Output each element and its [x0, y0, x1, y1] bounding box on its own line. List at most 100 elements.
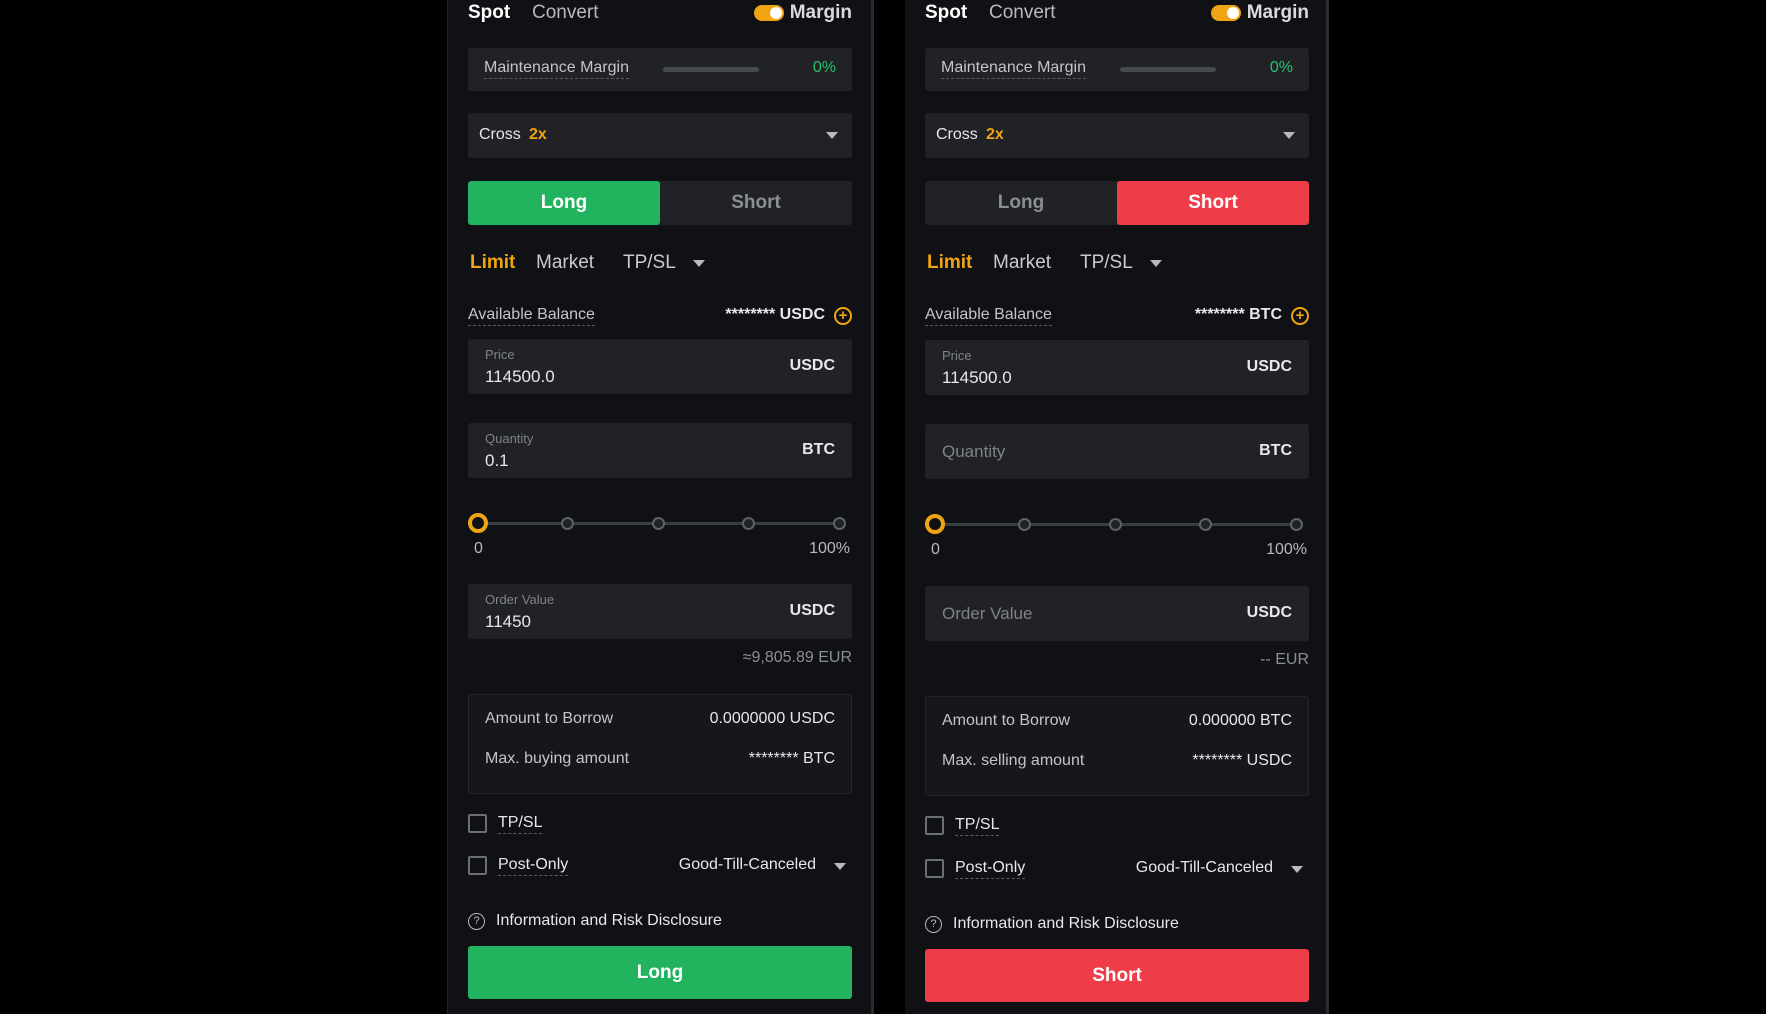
- slider-step[interactable]: [1199, 518, 1212, 531]
- question-circle-icon: ?: [468, 913, 485, 930]
- tab-convert[interactable]: Convert: [532, 2, 599, 24]
- quantity-unit: BTC: [802, 441, 835, 458]
- margin-mode-select[interactable]: Cross 2x: [468, 113, 852, 158]
- order-value-input[interactable]: Order Value USDC: [925, 586, 1309, 641]
- post-only-option: Post-Only Good-Till-Canceled: [468, 853, 852, 879]
- submit-short-button[interactable]: Short: [925, 949, 1309, 1002]
- order-value-label: Order Value: [485, 592, 555, 607]
- margin-toggle-group[interactable]: Margin: [753, 2, 852, 24]
- price-value: 114500.0: [485, 367, 555, 386]
- quantity-slider[interactable]: 0 100%: [925, 509, 1309, 558]
- tab-convert[interactable]: Convert: [989, 2, 1056, 24]
- maintenance-margin-bar: [663, 67, 759, 72]
- maintenance-margin: Maintenance Margin 0%: [925, 48, 1309, 91]
- available-balance-label: Available Balance: [925, 306, 1052, 326]
- price-input[interactable]: Price 114500.0 USDC: [468, 339, 852, 394]
- slider-handle[interactable]: [925, 514, 945, 534]
- tpsl-checkbox[interactable]: [925, 816, 944, 835]
- tab-market[interactable]: Market: [536, 252, 594, 274]
- amount-to-borrow-value: 0.000000 BTC: [1188, 712, 1292, 729]
- submit-long-button[interactable]: Long: [468, 946, 852, 999]
- price-label: Price: [942, 348, 972, 363]
- tab-spot[interactable]: Spot: [468, 2, 510, 24]
- order-value-placeholder: Order Value: [942, 604, 1033, 623]
- leverage-value: 2x: [529, 126, 547, 143]
- chevron-down-icon[interactable]: [1150, 260, 1162, 267]
- margin-toggle[interactable]: [1210, 5, 1241, 21]
- slider-step[interactable]: [652, 517, 665, 530]
- order-value-unit: USDC: [789, 602, 835, 619]
- margin-mode-label: Cross: [936, 126, 978, 143]
- max-amount-value: ******** BTC: [748, 750, 835, 767]
- chevron-down-icon[interactable]: [834, 863, 846, 870]
- tab-tpsl[interactable]: TP/SL: [623, 252, 676, 274]
- risk-disclosure-link[interactable]: Information and Risk Disclosure: [496, 912, 722, 930]
- risk-disclosure-link[interactable]: Information and Risk Disclosure: [953, 915, 1179, 933]
- tpsl-checkbox-label[interactable]: TP/SL: [498, 814, 543, 834]
- tpsl-option: TP/SL: [925, 813, 1309, 839]
- tab-market[interactable]: Market: [993, 252, 1051, 274]
- tpsl-checkbox-label[interactable]: TP/SL: [955, 816, 1000, 836]
- chevron-down-icon: [826, 132, 838, 139]
- plus-circle-icon[interactable]: +: [834, 307, 852, 325]
- risk-disclosure[interactable]: ? Information and Risk Disclosure: [468, 911, 852, 935]
- tab-short[interactable]: Short: [660, 181, 852, 225]
- margin-toggle[interactable]: [753, 5, 784, 21]
- order-value-unit: USDC: [1246, 604, 1292, 621]
- slider-step[interactable]: [1018, 518, 1031, 531]
- amount-to-borrow-label: Amount to Borrow: [485, 710, 614, 727]
- margin-toggle-group[interactable]: Margin: [1210, 2, 1309, 24]
- chevron-down-icon[interactable]: [1291, 866, 1303, 873]
- chevron-down-icon[interactable]: [693, 260, 705, 267]
- divider: [871, 0, 905, 1014]
- slider-step[interactable]: [833, 517, 846, 530]
- post-only-checkbox[interactable]: [925, 859, 944, 878]
- quantity-input[interactable]: Quantity BTC: [925, 424, 1309, 479]
- order-value-input[interactable]: Order Value 11450 USDC: [468, 584, 852, 639]
- eur-equivalent: -- EUR: [1260, 651, 1309, 668]
- available-balance-label: Available Balance: [468, 306, 595, 326]
- time-in-force-select[interactable]: Good-Till-Canceled: [679, 856, 816, 874]
- tab-long[interactable]: Long: [468, 181, 660, 225]
- margin-mode-label: Cross: [479, 126, 521, 143]
- tpsl-checkbox[interactable]: [468, 814, 487, 833]
- price-unit: USDC: [789, 357, 835, 374]
- leverage-value: 2x: [986, 126, 1004, 143]
- plus-circle-icon[interactable]: +: [1291, 307, 1309, 325]
- post-only-option: Post-Only Good-Till-Canceled: [925, 856, 1309, 882]
- order-panel-long: Spot Convert Margin Maintenance Margin 0…: [447, 0, 871, 1014]
- slider-handle[interactable]: [468, 513, 488, 533]
- post-only-label[interactable]: Post-Only: [955, 859, 1026, 879]
- tab-limit[interactable]: Limit: [927, 252, 972, 274]
- amount-to-borrow-row: Amount to Borrow 0.0000000 USDC: [485, 710, 835, 734]
- side-tabs: Long Short: [925, 181, 1309, 225]
- price-input[interactable]: Price 114500.0 USDC: [925, 340, 1309, 395]
- max-amount-row: Max. selling amount ******** USDC: [942, 752, 1292, 776]
- tab-spot[interactable]: Spot: [925, 2, 967, 24]
- slider-step[interactable]: [1290, 518, 1303, 531]
- quantity-slider[interactable]: 0 100%: [468, 508, 852, 557]
- tab-short[interactable]: Short: [1117, 181, 1309, 225]
- tpsl-option: TP/SL: [468, 811, 852, 837]
- tab-long[interactable]: Long: [925, 181, 1117, 225]
- post-only-label[interactable]: Post-Only: [498, 856, 569, 876]
- available-balance: Available Balance ******** USDC +: [468, 306, 852, 330]
- borrow-info: Amount to Borrow 0.000000 BTC Max. selli…: [925, 696, 1309, 796]
- quantity-input[interactable]: Quantity 0.1 BTC: [468, 423, 852, 478]
- slider-step[interactable]: [1109, 518, 1122, 531]
- slider-step[interactable]: [561, 517, 574, 530]
- order-value-value: 11450: [485, 612, 532, 631]
- time-in-force-select[interactable]: Good-Till-Canceled: [1136, 859, 1273, 877]
- side-tabs: Long Short: [468, 181, 852, 225]
- slider-step[interactable]: [742, 517, 755, 530]
- post-only-checkbox[interactable]: [468, 856, 487, 875]
- tab-limit[interactable]: Limit: [470, 252, 515, 274]
- tab-tpsl[interactable]: TP/SL: [1080, 252, 1133, 274]
- max-amount-row: Max. buying amount ******** BTC: [485, 750, 835, 774]
- risk-disclosure[interactable]: ? Information and Risk Disclosure: [925, 914, 1309, 938]
- maintenance-margin: Maintenance Margin 0%: [468, 48, 852, 91]
- maintenance-margin-value: 0%: [812, 59, 836, 76]
- margin-mode-select[interactable]: Cross 2x: [925, 113, 1309, 158]
- available-balance-value: ******** BTC: [1194, 306, 1282, 323]
- quantity-label: Quantity: [485, 431, 534, 446]
